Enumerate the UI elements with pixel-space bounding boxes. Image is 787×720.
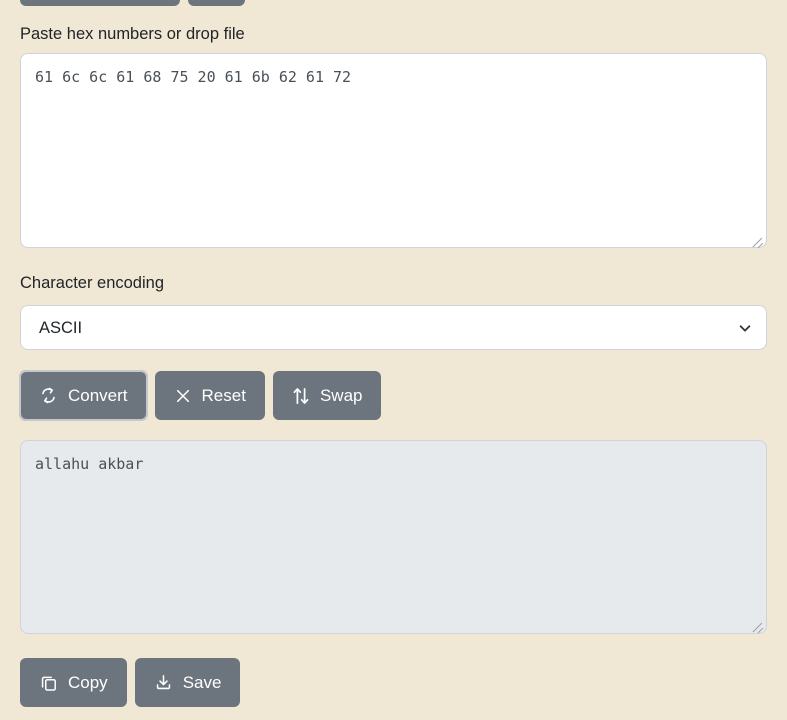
save-button[interactable]: Save bbox=[134, 658, 241, 707]
text-output-textarea[interactable] bbox=[20, 440, 767, 634]
encoding-select[interactable]: ASCII bbox=[20, 305, 767, 350]
swap-button[interactable]: Swap bbox=[272, 371, 382, 420]
copy-icon bbox=[39, 673, 58, 692]
top-button-wide[interactable] bbox=[20, 0, 180, 6]
download-icon bbox=[154, 673, 173, 692]
swap-button-label: Swap bbox=[319, 386, 363, 405]
convert-button[interactable]: Convert bbox=[19, 370, 148, 421]
save-button-label: Save bbox=[182, 673, 222, 692]
close-x-icon bbox=[174, 387, 192, 405]
bottom-button-row: Copy Save bbox=[20, 658, 241, 707]
encoding-label: Character encoding bbox=[20, 274, 165, 292]
action-button-row: Convert Reset Swap bbox=[19, 370, 382, 421]
reset-button-label: Reset bbox=[201, 386, 246, 405]
reset-button[interactable]: Reset bbox=[154, 371, 265, 420]
copy-button-label: Copy bbox=[68, 673, 108, 692]
copy-button[interactable]: Copy bbox=[20, 658, 127, 707]
hex-input-textarea[interactable] bbox=[20, 53, 767, 248]
convert-button-label: Convert bbox=[68, 386, 128, 405]
top-button-row bbox=[20, 0, 245, 6]
top-button-narrow[interactable] bbox=[188, 0, 245, 6]
refresh-cycle-icon bbox=[39, 386, 58, 405]
up-down-arrows-icon bbox=[292, 386, 310, 406]
hex-input-label: Paste hex numbers or drop file bbox=[20, 25, 245, 43]
